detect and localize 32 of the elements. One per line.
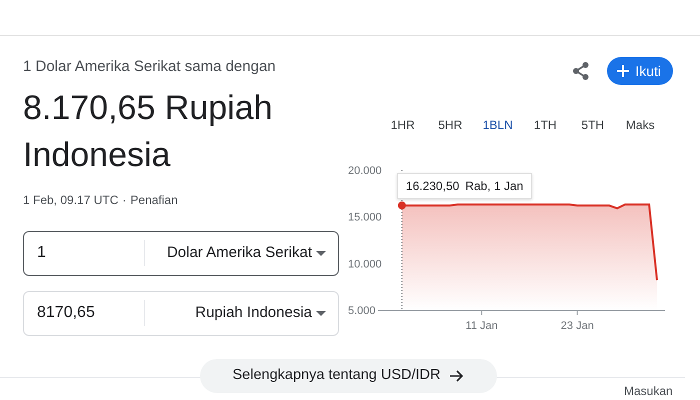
range-tab[interactable]: 1TH [522, 116, 569, 134]
x-axis-label: 23 Jan [560, 320, 594, 332]
range-tab[interactable]: 1HR [379, 116, 426, 134]
currency-dropdown[interactable]: Dolar Amerika Serikat [145, 242, 316, 264]
y-axis-label: 15.000 [348, 212, 382, 224]
y-axis-label: 20.000 [348, 165, 382, 177]
y-axis-label: 5.000 [348, 305, 376, 317]
hover-point [398, 201, 406, 210]
range-tab[interactable]: 5TH [569, 116, 616, 134]
disclaimer-link[interactable]: Penafian [130, 192, 178, 206]
x-axis-label: 11 Jan [466, 320, 498, 332]
conversion-result: 8.170,65 Rupiah Indonesia [23, 88, 274, 176]
timestamp: 1 Feb, 09.17 UTC [23, 192, 118, 206]
range-tab[interactable]: 1BLN [474, 116, 522, 134]
separator-dot: · [122, 192, 126, 206]
currency-field[interactable]: 1 Dolar Amerika Serikat [23, 230, 339, 276]
feedback-link[interactable]: Masukan [624, 384, 673, 398]
follow-button[interactable]: Ikuti [607, 57, 673, 85]
arrow-right-icon [450, 370, 464, 382]
range-tab[interactable]: 5HR [426, 116, 474, 134]
caret-icon [316, 310, 326, 316]
conversion-intro: 1 Dolar Amerika Serikat sama dengan [23, 57, 277, 77]
tooltip-date: Rab, 1 Jan [465, 178, 524, 195]
currency-dropdown[interactable]: Rupiah Indonesia [145, 302, 316, 324]
y-axis-label: 10.000 [348, 258, 382, 270]
more-info-button[interactable]: Selengkapnya tentang USD/IDR [200, 359, 497, 393]
tooltip-value: 16.230,50 [406, 178, 460, 195]
caret-icon [316, 250, 326, 256]
share-icon[interactable] [571, 61, 592, 81]
plus-icon [617, 65, 630, 77]
range-tab[interactable]: Maks [616, 116, 664, 134]
currency-field[interactable]: 8170,65 Rupiah Indonesia [23, 290, 339, 336]
